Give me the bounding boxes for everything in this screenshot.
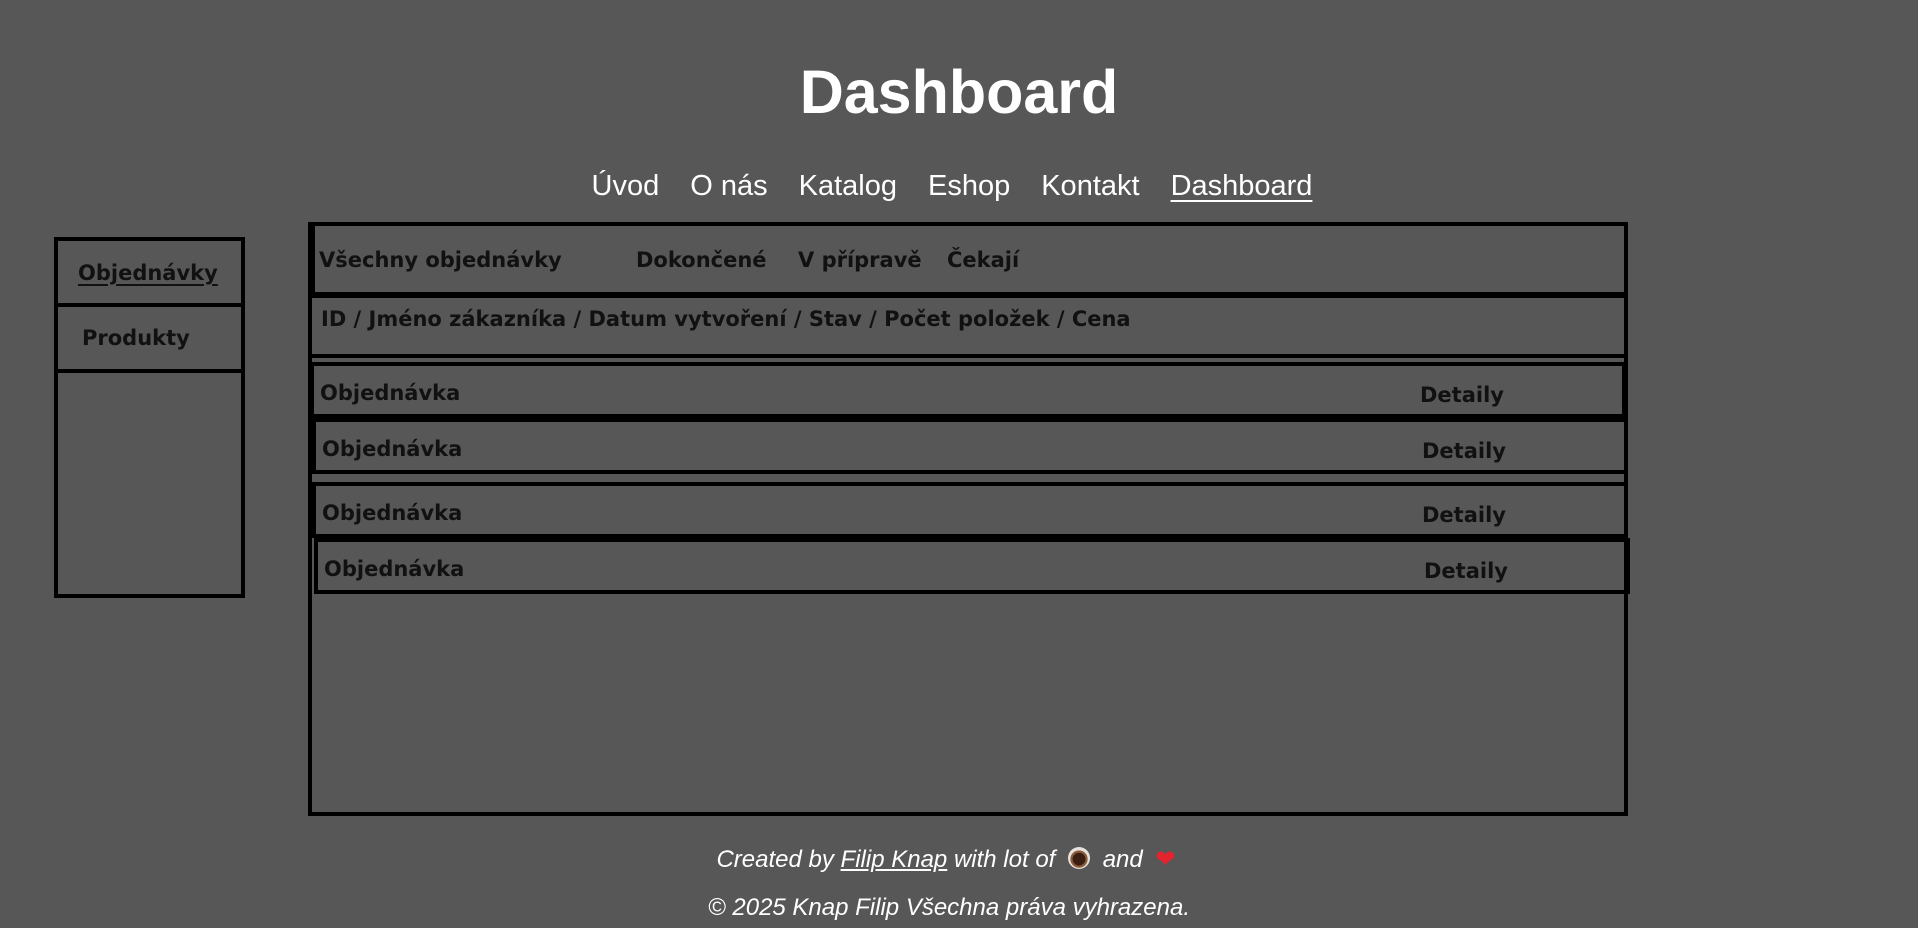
filter-done[interactable]: Dokončené [636, 247, 767, 273]
filter-in-progress[interactable]: V přípravě [798, 247, 922, 273]
footer-and-text: and [1102, 846, 1143, 873]
main-nav: Úvod O nás Katalog Eshop Kontakt Dashboa… [0, 166, 1904, 206]
table-row: Objednávka Detaily [314, 538, 1630, 594]
footer-copyright: © 2025 Knap Filip Všechna práva vyhrazen… [708, 894, 1190, 921]
order-details-link[interactable]: Detaily [1424, 558, 1508, 584]
nav-link-kontakt[interactable]: Kontakt [1041, 166, 1139, 206]
order-label: Objednávka [324, 557, 465, 581]
sidebar-item-produkty[interactable]: Produkty [82, 325, 190, 351]
footer-created-prefix: Created by [716, 846, 834, 873]
order-label: Objednávka [320, 381, 461, 405]
filter-all-orders[interactable]: Všechny objednávky [319, 247, 562, 273]
table-header: ID / Jméno zákazníka / Datum vytvoření /… [308, 294, 1628, 358]
sidebar-divider [58, 369, 241, 373]
nav-link-uvod[interactable]: Úvod [592, 166, 660, 206]
footer-credits: Created by Filip Knap with lot of and ❤ [0, 845, 1898, 875]
footer-with-text: with lot of [953, 846, 1056, 873]
nav-link-katalog[interactable]: Katalog [799, 166, 897, 206]
table-row: Objednávka Detaily [310, 362, 1626, 418]
order-label: Objednávka [322, 501, 463, 525]
order-label: Objednávka [322, 437, 463, 461]
filter-bar: Všechny objednávky Dokončené V přípravě … [311, 222, 1628, 296]
sidebar-wireframe: Objednávky Produkty [54, 237, 245, 598]
sidebar-item-objednavky[interactable]: Objednávky [78, 260, 218, 286]
filter-waiting[interactable]: Čekají [947, 247, 1019, 273]
order-details-link[interactable]: Detaily [1422, 438, 1506, 464]
nav-link-o-nas[interactable]: O nás [690, 166, 767, 206]
table-row: Objednávka Detaily [312, 482, 1628, 538]
heart-icon: ❤ [1155, 846, 1176, 873]
coffee-icon [1068, 847, 1091, 869]
order-details-link[interactable]: Detaily [1420, 382, 1504, 408]
table-row: Objednávka Detaily [312, 418, 1628, 474]
sidebar-divider [58, 303, 241, 307]
author-link[interactable]: Filip Knap [841, 846, 948, 873]
nav-link-eshop[interactable]: Eshop [928, 166, 1010, 206]
table-columns: ID / Jméno zákazníka / Datum vytvoření /… [321, 307, 1131, 331]
nav-link-dashboard[interactable]: Dashboard [1171, 166, 1313, 206]
page-title: Dashboard [799, 58, 1119, 126]
order-details-link[interactable]: Detaily [1422, 502, 1506, 528]
